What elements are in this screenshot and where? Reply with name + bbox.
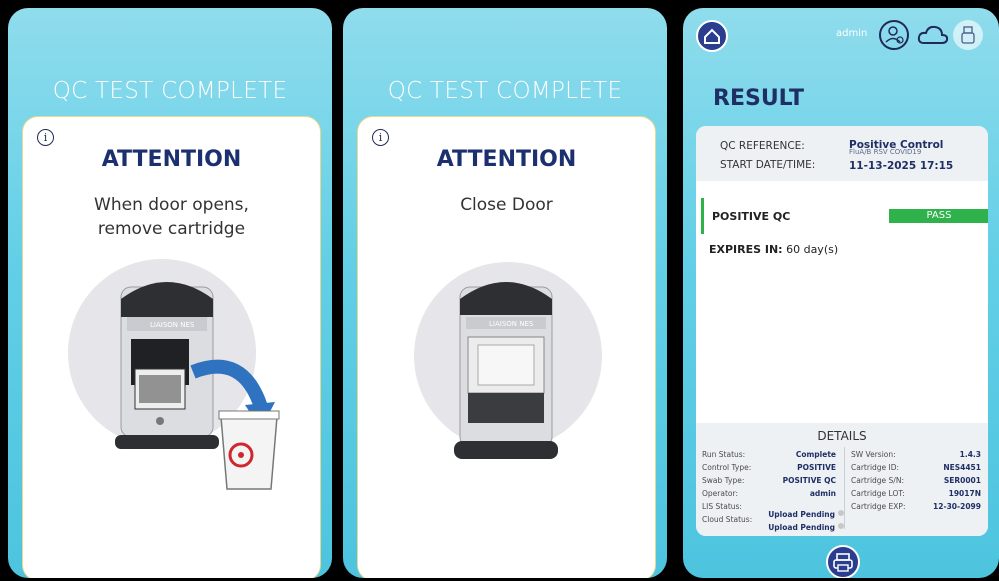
attention-card: i ATTENTION When door opens, remove cart… <box>22 116 321 578</box>
message-line-2: remove cartridge <box>97 219 246 239</box>
qc-reference-sub: FluA/B RSV COVID19 <box>849 148 922 156</box>
detail-value: 19017N <box>948 489 981 498</box>
user-settings-button[interactable] <box>879 20 909 50</box>
result-card: QC REFERENCE: Positive Control FluA/B RS… <box>696 126 988 536</box>
detail-label: Control Type: <box>702 463 752 472</box>
start-date-value: 11-13-2025 17:15 <box>849 160 954 172</box>
detail-value: Complete <box>795 450 836 459</box>
detail-value: SER0001 <box>943 476 981 485</box>
attention-card: i ATTENTION Close Door LIAISON NES <box>357 116 656 578</box>
device-brand: LIAISON NES <box>489 320 534 328</box>
details-divider <box>844 447 845 529</box>
detail-value: 1.4.3 <box>959 450 981 459</box>
attention-message: Close Door <box>460 195 553 215</box>
message-line-1: When door opens, <box>94 195 249 215</box>
attention-heading: ATTENTION <box>101 147 242 172</box>
usb-button[interactable] <box>953 20 983 50</box>
expires-value: 60 day(s) <box>786 243 839 256</box>
start-date-label: START DATE/TIME: <box>720 159 816 171</box>
info-icon[interactable]: i <box>37 129 54 146</box>
expires-info: EXPIRES IN: 60 day(s) <box>709 243 838 256</box>
detail-label: Cloud Status: <box>702 515 753 524</box>
screen-title: QC TEST COMPLETE <box>52 78 288 104</box>
detail-value: admin <box>809 489 836 498</box>
detail-label: Cartridge LOT: <box>851 489 905 498</box>
detail-label: LIS Status: <box>702 502 742 511</box>
info-icon[interactable]: i <box>372 129 389 146</box>
print-button[interactable] <box>826 545 860 578</box>
detail-label: Cartridge ID: <box>851 463 900 472</box>
usb-icon <box>961 26 975 44</box>
printer-icon <box>833 553 853 572</box>
detail-label: Cartridge S/N: <box>851 476 904 485</box>
attention-heading: ATTENTION <box>436 147 577 172</box>
screen-result: admin RESULT QC REFERENCE: Positive Cont… <box>683 8 999 578</box>
detail-value: Upload Pending <box>768 523 835 532</box>
cloud-status-wrap: Upload Pending <box>756 515 844 534</box>
qc-reference-label: QC REFERENCE: <box>720 140 805 152</box>
detail-value: POSITIVE <box>797 463 836 472</box>
details-block: DETAILS Run Status: Complete Control Typ… <box>696 423 988 536</box>
user-gear-icon <box>885 26 904 44</box>
home-icon <box>704 28 720 44</box>
page-title: RESULT <box>713 86 805 111</box>
expires-label: EXPIRES IN: <box>709 243 783 256</box>
attention-message: When door opens, remove cartridge <box>23 193 320 241</box>
logged-in-user: admin <box>836 28 868 39</box>
status-badge: PASS <box>889 209 988 223</box>
cloud-icon[interactable] <box>917 22 949 48</box>
detail-label: Cartridge EXP: <box>851 502 906 511</box>
detail-value: POSITIVE QC <box>782 476 836 485</box>
detail-label: SW Version: <box>851 450 896 459</box>
detail-label: Run Status: <box>702 450 746 459</box>
detail-value: NES4451 <box>943 463 981 472</box>
screen-close-door: QC TEST COMPLETE i ATTENTION Close Door … <box>343 8 667 578</box>
detail-value: 12-30-2099 <box>933 502 981 511</box>
remove-cartridge-illustration: LIAISON NES <box>115 282 280 490</box>
detail-label: Swab Type: <box>702 476 745 485</box>
screen-title: QC TEST COMPLETE <box>387 78 623 104</box>
qc-result-row: POSITIVE QC PASS <box>701 198 988 234</box>
status-dot-icon <box>838 522 844 529</box>
details-title: DETAILS <box>817 429 867 443</box>
detail-label: Operator: <box>702 489 738 498</box>
screen-remove-cartridge: QC TEST COMPLETE i ATTENTION When door o… <box>8 8 332 578</box>
close-door-illustration: LIAISON NES <box>454 282 558 459</box>
device-brand: LIAISON NES <box>150 321 195 329</box>
qc-reference-block: QC REFERENCE: Positive Control FluA/B RS… <box>696 126 988 181</box>
qc-name: POSITIVE QC <box>712 210 791 223</box>
home-button[interactable] <box>696 20 728 52</box>
